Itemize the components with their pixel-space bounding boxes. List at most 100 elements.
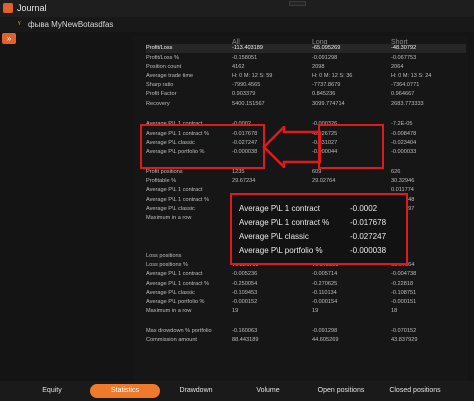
callout-value: -0.027247 — [350, 232, 387, 241]
cell-long: 2098 — [312, 64, 325, 70]
callout-label: Average P\L classic — [239, 232, 309, 241]
table-row: Average P\L classic -0.109453 -0.110134 -0.… — [146, 289, 466, 298]
cell-all: -0.000152 — [232, 299, 258, 305]
callout-label: Average P\L 1 contract % — [239, 218, 330, 227]
cell-long: 0.845236 — [312, 91, 336, 97]
window-title: Journal — [17, 3, 47, 13]
cell-short: -0.008478 — [391, 131, 417, 137]
row-label: Position count — [146, 64, 182, 70]
account-bar: ᵞ фыва MyNewBotasdfas — [0, 17, 474, 32]
cell-short: 2683.773333 — [391, 101, 424, 107]
cell-all: 1235 — [232, 169, 245, 175]
pointer-arrow-icon — [262, 126, 322, 168]
cell-all: -0.160063 — [232, 328, 258, 334]
tab-closed-positions[interactable]: Closed positions — [378, 384, 452, 398]
callout-value: -0.017678 — [350, 218, 387, 227]
table-row: Average P\L portfolio % -0.000152 -0.00015… — [146, 298, 466, 307]
row-label: Loss positions — [146, 253, 182, 259]
cell-short: -48.30792 — [391, 45, 417, 51]
tab-equity[interactable]: Equity — [20, 384, 84, 398]
cell-short: -0.070152 — [391, 328, 417, 334]
cell-short: 2064 — [391, 64, 404, 70]
cell-all: 5400.151567 — [232, 101, 265, 107]
highlight-box-long — [318, 124, 384, 169]
cell-long: -0.270625 — [312, 281, 338, 287]
callout-label: Average P\L portfolio % — [239, 246, 323, 255]
row-label: Profit Factor — [146, 91, 177, 97]
expand-panel-button[interactable]: » — [2, 33, 16, 44]
callout-label: Average P\L 1 contract — [239, 204, 320, 213]
cell-short: -0.067753 — [391, 55, 417, 61]
cell-all: H: 0 M: 12 S: 59 — [232, 73, 273, 79]
callout-value: -0.0002 — [350, 204, 378, 213]
cell-all: 4162 — [232, 64, 245, 70]
cell-short: -7364.0771 — [391, 82, 420, 88]
cell-long: 44.605269 — [312, 337, 339, 343]
row-label: Maximum in a row — [146, 215, 192, 221]
row-label: Recovery — [146, 101, 170, 107]
row-label: Average P\L 1 contract % — [146, 281, 210, 287]
cell-long: -0.110134 — [312, 290, 337, 296]
drag-handle[interactable] — [289, 1, 306, 6]
cell-short: -0.108751 — [391, 290, 417, 296]
cell-long: 609 — [312, 169, 322, 175]
tab-drawdown[interactable]: Drawdown — [164, 384, 228, 398]
table-row: Max drowdown % portfolio -0.160063 -0.0912… — [146, 327, 466, 336]
cell-short: 626 — [391, 169, 401, 175]
row-label: Maximum in a row — [146, 308, 192, 314]
cell-all: 29.67234 — [232, 178, 256, 184]
cell-all: -0.005236 — [232, 271, 258, 277]
row-label: Profit positions — [146, 169, 183, 175]
row-label: Average P\L portfolio % — [146, 299, 205, 305]
cell-all: 88.443189 — [232, 337, 259, 343]
cell-long: -7737.8679 — [312, 82, 341, 88]
row-label: Profit/Loss % — [146, 55, 179, 61]
tab-open-positions[interactable]: Open positions — [306, 384, 376, 398]
account-name: фыва MyNewBotasdfas — [28, 20, 114, 29]
app-logo-icon — [3, 3, 13, 13]
table-row: Commission amount 88.443189 44.605269 43.83… — [146, 336, 466, 345]
cell-long: H: 0 M: 12 S: 36 — [312, 73, 353, 79]
cell-all: -0.250054 — [232, 281, 258, 287]
cell-all: -7990.4565 — [232, 82, 261, 88]
table-row: Profitable % 29.67234 29.02764 30.32946 — [146, 177, 466, 186]
cell-long: -0.091298 — [312, 55, 338, 61]
table-row: Profit Factor 0.903379 0.845236 0.964667 — [146, 90, 466, 99]
cell-all: 19 — [232, 308, 239, 314]
row-label: Average P\L classic — [146, 290, 195, 296]
tab-statistics[interactable]: Statistics — [90, 384, 160, 398]
cell-long: 19 — [312, 308, 319, 314]
bottom-tab-bar: Equity Statistics Drawdown Volume Open p… — [0, 381, 474, 401]
table-row: Profit/Loss -113.403189 -65.095269 -48.3079… — [146, 44, 466, 53]
table-row: Maximum in a row 19 19 18 — [146, 307, 466, 316]
cell-all: -0.158051 — [232, 55, 258, 61]
row-label: Average P\L 1 contract — [146, 271, 203, 277]
cell-short: -0.023404 — [391, 140, 417, 146]
table-row: Sharp ratio -7990.4565 -7737.8679 -7364.077… — [146, 81, 466, 90]
row-label: Commission amount — [146, 337, 197, 343]
cell-short: -0.004738 — [391, 271, 417, 277]
row-label: Profitable % — [146, 178, 177, 184]
row-label: Loss positions % — [146, 262, 188, 268]
cell-long: 29.02764 — [312, 178, 336, 184]
cell-long: 3099.774714 — [312, 101, 345, 107]
table-row: Average P\L 1 contract % -0.250054 -0.2706… — [146, 280, 466, 289]
row-label: Average P\L 1 contract % — [146, 197, 210, 203]
tab-volume[interactable]: Volume — [236, 384, 300, 398]
cell-short: -0.000033 — [391, 149, 417, 155]
cell-short: H: 0 M: 13 S: 24 — [391, 73, 432, 79]
table-row: Average trade time H: 0 M: 12 S: 59 H: 0 M… — [146, 72, 466, 81]
chevron-right-icon: » — [6, 34, 12, 43]
table-row: Profit positions 1235 609 626 — [146, 168, 466, 177]
row-label: Average trade time — [146, 73, 194, 79]
cell-long: -65.095269 — [312, 45, 341, 51]
highlight-box-all — [140, 124, 265, 169]
callout-value: -0.000038 — [350, 246, 387, 255]
cell-all: 0.903379 — [232, 91, 256, 97]
cell-short: 18 — [391, 308, 398, 314]
title-bar: Journal — [0, 0, 474, 17]
user-icon: ᵞ — [18, 19, 21, 28]
cell-short: -0.22818 — [391, 281, 414, 287]
cell-short: 0.964667 — [391, 91, 415, 97]
row-label: Average P\L 1 contract — [146, 187, 203, 193]
